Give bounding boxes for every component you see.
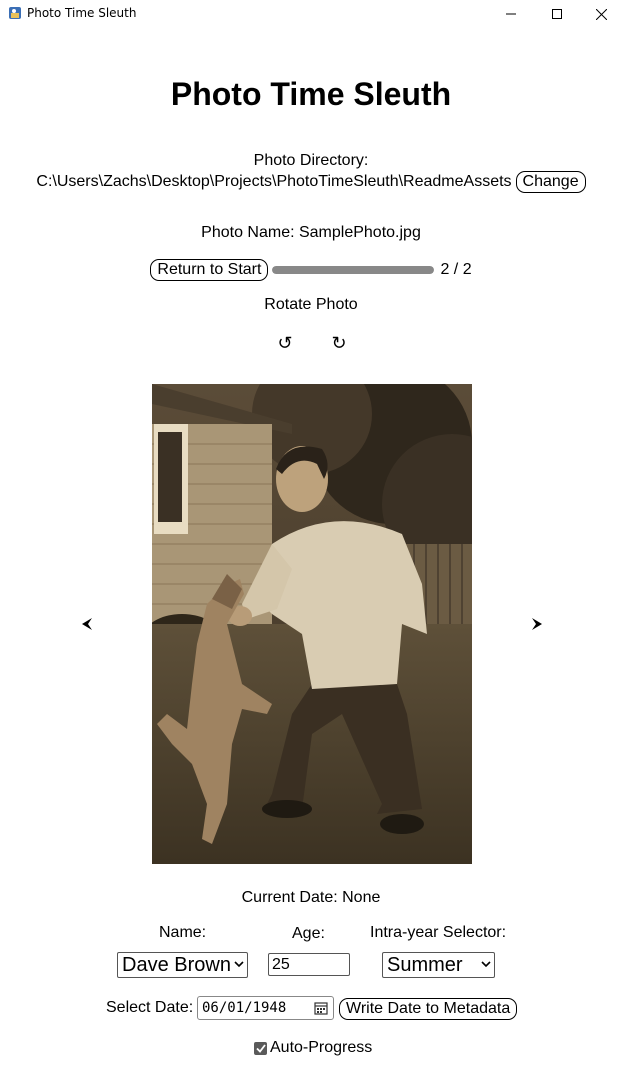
close-button[interactable] (578, 0, 622, 28)
checkmark-icon (255, 1044, 266, 1053)
progress-bar (272, 266, 435, 274)
progress-counter: 2 / 2 (440, 261, 472, 278)
directory-label: Photo Directory: (253, 152, 369, 169)
intra-year-select[interactable]: Summer (382, 952, 495, 978)
progress-bar-fill (272, 266, 435, 274)
page-title: Photo Time Sleuth (170, 76, 452, 112)
previous-photo-icon[interactable] (79, 614, 95, 634)
photo-preview (152, 384, 472, 864)
date-input[interactable]: 06/01/1948 (197, 996, 334, 1020)
directory-path: C:\Users\Zachs\Desktop\Projects\PhotoTim… (36, 173, 512, 190)
sepia-photo (152, 384, 472, 864)
write-date-button[interactable]: Write Date to Metadata (339, 998, 518, 1020)
current-date: Current Date: None (241, 889, 381, 906)
auto-progress-label: Auto-Progress (270, 1039, 373, 1056)
calendar-icon[interactable] (314, 1001, 328, 1015)
chevron-left-icon (82, 618, 92, 630)
age-label: Age: (292, 925, 325, 942)
rotate-left-icon[interactable]: ↺ (273, 332, 297, 354)
minimize-button[interactable] (488, 0, 534, 28)
auto-progress-checkbox[interactable] (254, 1042, 267, 1055)
window-titlebar: Photo Time Sleuth (0, 0, 622, 28)
return-to-start-button[interactable]: Return to Start (150, 259, 269, 281)
intra-year-select-value: Summer (387, 954, 463, 976)
date-input-value: 06/01/1948 (202, 1000, 287, 1016)
progress-row: Return to Start 2 / 2 (0, 259, 622, 281)
app-icon (9, 7, 21, 19)
rotate-right-icon[interactable]: ↻ (327, 332, 351, 354)
intra-year-label: Intra-year Selector: (370, 924, 507, 941)
photo-name: Photo Name: SamplePhoto.jpg (201, 224, 421, 241)
chevron-down-icon (481, 961, 491, 968)
select-date-label: Select Date: (106, 999, 194, 1016)
chevron-right-icon (532, 618, 542, 630)
name-select-value: Dave Brown (122, 954, 231, 976)
minimize-icon (506, 13, 516, 15)
name-label: Name: (159, 924, 207, 941)
maximize-button[interactable] (534, 0, 580, 28)
directory-row: C:\Users\Zachs\Desktop\Projects\PhotoTim… (0, 171, 622, 193)
rotate-label: Rotate Photo (264, 296, 358, 313)
age-input[interactable] (268, 953, 350, 976)
change-directory-button[interactable]: Change (515, 171, 586, 193)
next-photo-icon[interactable] (529, 614, 545, 634)
window-title: Photo Time Sleuth (27, 6, 137, 20)
maximize-icon (552, 9, 562, 19)
name-select[interactable]: Dave Brown (117, 952, 248, 978)
chevron-down-icon (234, 961, 244, 968)
close-icon (595, 8, 607, 20)
